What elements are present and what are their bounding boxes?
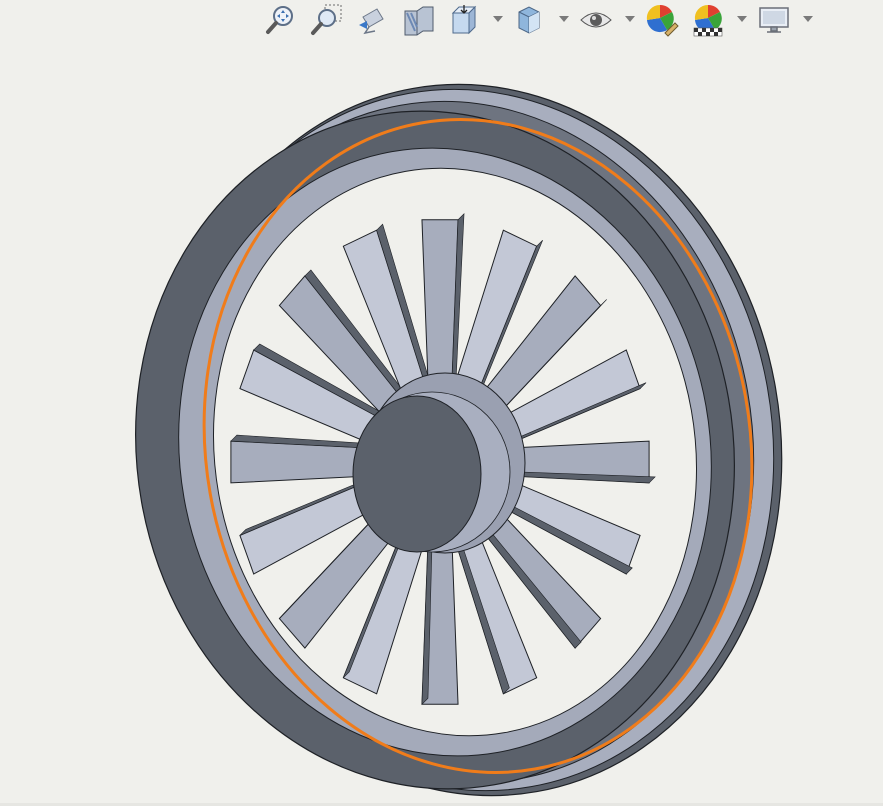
hub-face xyxy=(352,395,482,553)
graphics-viewport[interactable] xyxy=(0,0,883,806)
wheel-model[interactable] xyxy=(0,0,883,806)
